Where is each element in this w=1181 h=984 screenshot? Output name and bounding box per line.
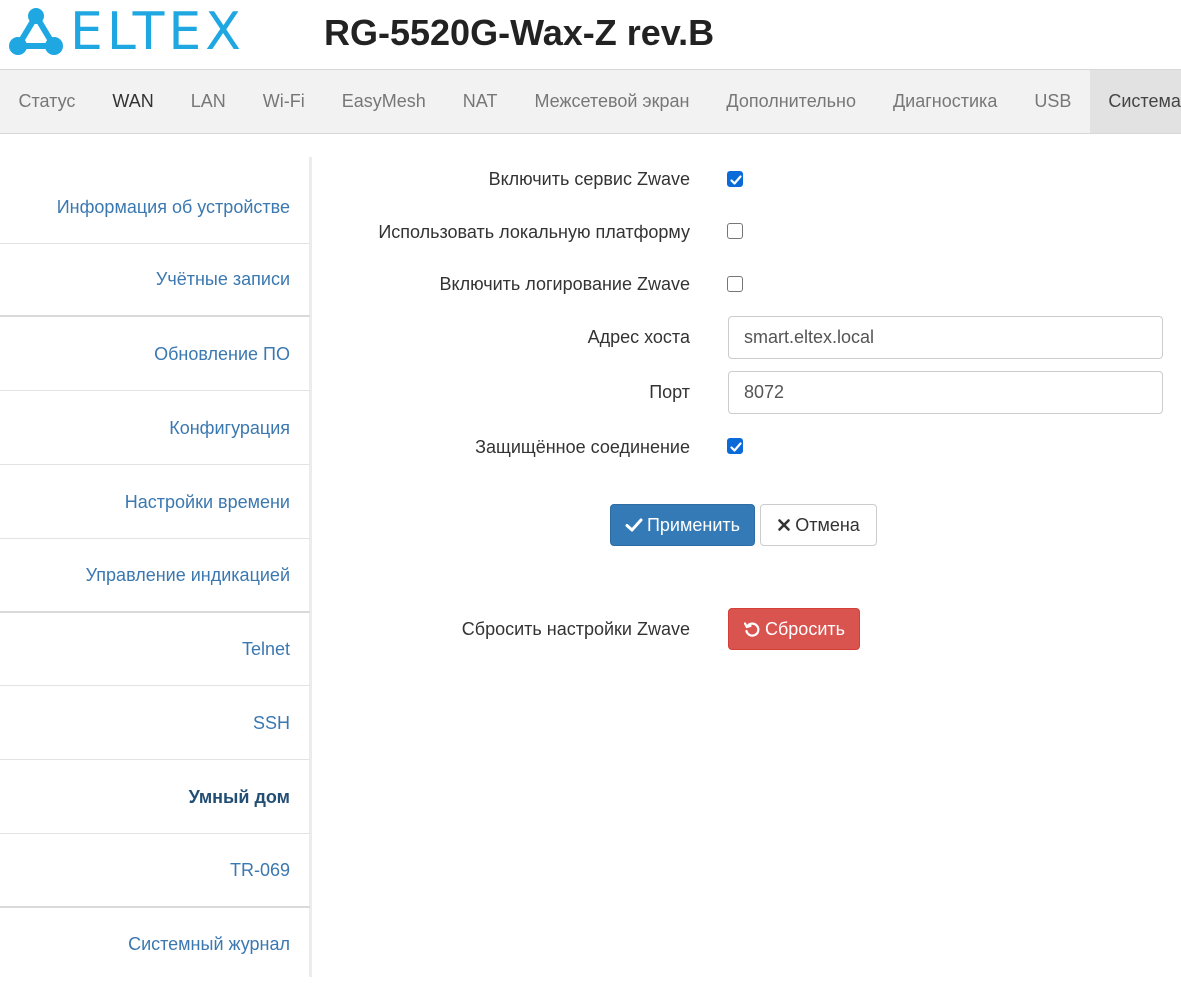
- top-navigation: Статус WAN LAN Wi-Fi EasyMesh NAT Межсет…: [0, 69, 1181, 134]
- sidebar: Информация об устройстве Учётные записи …: [0, 157, 312, 977]
- zwave-logging-checkbox[interactable]: [727, 276, 743, 292]
- sidebar-item-ssh[interactable]: SSH: [0, 687, 310, 760]
- apply-button-label: Применить: [646, 514, 740, 535]
- sidebar-item-tr069[interactable]: TR-069: [0, 835, 310, 908]
- tab-diagnostics[interactable]: Диагностика: [874, 70, 1015, 133]
- tab-firewall[interactable]: Межсетевой экран: [516, 70, 708, 133]
- host-address-input[interactable]: [728, 316, 1163, 359]
- enable-zwave-checkbox[interactable]: [727, 171, 743, 187]
- apply-button[interactable]: Применить: [610, 504, 755, 546]
- zwave-logging-label: Включить логирование Zwave: [439, 274, 691, 294]
- close-icon: [777, 518, 791, 532]
- sidebar-item-telnet[interactable]: Telnet: [0, 613, 310, 686]
- sidebar-item-firmware-update[interactable]: Обновление ПО: [0, 318, 310, 391]
- tab-advanced[interactable]: Дополнительно: [708, 70, 875, 133]
- sidebar-item-system-log[interactable]: Системный журнал: [0, 908, 310, 981]
- reset-zwave-label: Сбросить настройки Zwave: [461, 619, 690, 639]
- device-model-title: RG-5520G-Wax-Z rev.B: [324, 12, 715, 53]
- host-address-label: Адрес хоста: [587, 327, 690, 347]
- tab-status[interactable]: Статус: [0, 70, 94, 133]
- header: ELTEX RG-5520G-Wax-Z rev.B: [0, 0, 1181, 69]
- sidebar-item-accounts[interactable]: Учётные записи: [0, 244, 310, 317]
- tab-lan[interactable]: LAN: [172, 70, 244, 133]
- enable-zwave-label: Включить сервис Zwave: [488, 169, 690, 189]
- secure-connection-checkbox[interactable]: [727, 438, 743, 454]
- tab-usb[interactable]: USB: [1016, 70, 1090, 133]
- port-input[interactable]: [728, 371, 1163, 414]
- sidebar-item-smart-home[interactable]: Умный дом: [0, 761, 310, 834]
- eltex-logo: ELTEX: [6, 4, 250, 60]
- reset-button[interactable]: Сбросить: [728, 608, 860, 650]
- local-platform-label: Использовать локальную платформу: [378, 222, 690, 242]
- cancel-button[interactable]: Отмена: [760, 504, 877, 546]
- undo-icon: [743, 620, 761, 638]
- local-platform-checkbox[interactable]: [727, 223, 743, 239]
- tab-system[interactable]: Система: [1089, 70, 1181, 133]
- sidebar-item-device-info[interactable]: Информация об устройстве: [0, 171, 310, 244]
- sidebar-item-led-control[interactable]: Управление индикацией: [0, 540, 310, 613]
- tab-wifi[interactable]: Wi-Fi: [244, 70, 323, 133]
- secure-connection-label: Защищённое соединение: [475, 437, 690, 457]
- port-label: Порт: [649, 382, 690, 402]
- tab-nat[interactable]: NAT: [444, 70, 516, 133]
- checkmark-icon: [730, 442, 742, 452]
- checkmark-icon: [730, 175, 742, 185]
- sidebar-item-time-settings[interactable]: Настройки времени: [0, 466, 310, 539]
- cancel-button-label: Отмена: [795, 514, 860, 535]
- reset-button-label: Сбросить: [764, 618, 845, 639]
- eltex-network-icon: [9, 8, 63, 55]
- tab-easymesh[interactable]: EasyMesh: [323, 70, 444, 133]
- sidebar-item-configuration[interactable]: Конфигурация: [0, 392, 310, 465]
- check-icon: [625, 517, 643, 533]
- logo-text: ELTEX: [70, 2, 245, 62]
- tab-wan[interactable]: WAN: [94, 70, 172, 133]
